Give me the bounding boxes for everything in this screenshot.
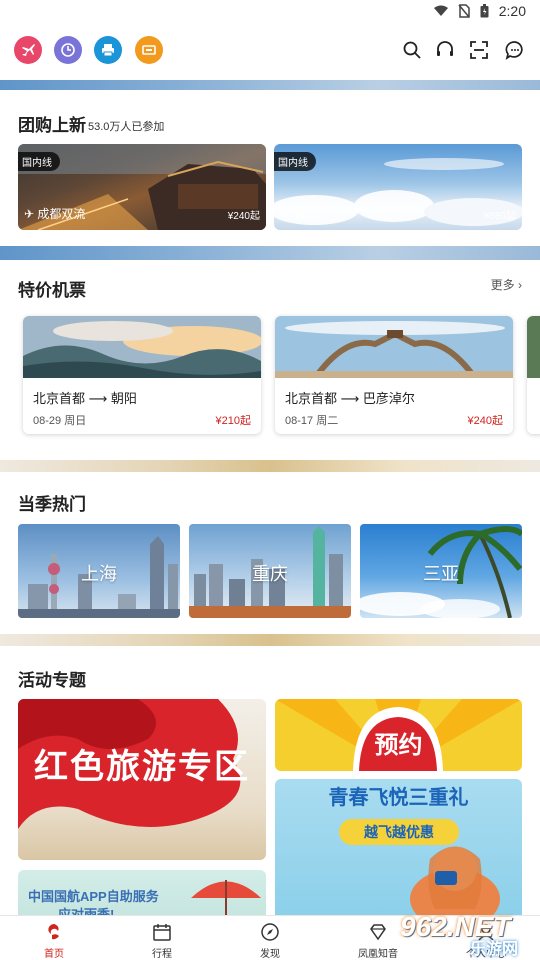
plane-icon: ✈ bbox=[280, 207, 294, 221]
nav-trips[interactable]: 行程 bbox=[108, 916, 216, 960]
status-icons: 2:20 bbox=[433, 3, 526, 19]
card-price: ¥880起 bbox=[483, 211, 516, 222]
scan-icon bbox=[470, 41, 488, 59]
city-name: 成都双流 bbox=[37, 207, 86, 221]
route-tag: 国内线 bbox=[274, 152, 316, 171]
self-service-banner[interactable]: 中国国航APP自助服务 应对雨季! bbox=[18, 870, 266, 915]
calendar-icon bbox=[153, 924, 171, 941]
ticket-route: 北京首都 ⟶ 朝阳 bbox=[33, 388, 137, 407]
from-city: 北京首都 bbox=[33, 391, 86, 406]
banner-title: 红色旅游专区 bbox=[34, 748, 250, 786]
decorative-band bbox=[0, 80, 540, 90]
section-title: 活动专题 bbox=[18, 671, 86, 690]
search-icon bbox=[403, 41, 421, 59]
search-button[interactable] bbox=[400, 38, 424, 62]
card-city: ✈ 成都双流 bbox=[24, 205, 85, 222]
message-icon bbox=[505, 41, 523, 60]
message-button[interactable] bbox=[503, 38, 527, 62]
compass-icon bbox=[261, 923, 279, 941]
section-title: 当季热门 bbox=[18, 495, 86, 514]
ticket-price: ¥210起 bbox=[215, 415, 251, 427]
watermark-logo: 962.NET 乐游网 bbox=[400, 905, 540, 960]
umbrella-icon bbox=[191, 880, 261, 915]
to-city: 巴彦淖尔 bbox=[362, 391, 415, 406]
nav-discover[interactable]: 发现 bbox=[216, 916, 324, 960]
partial-photo bbox=[527, 316, 540, 378]
group-card-changsha[interactable]: 国内线 ✈ 长沙 ¥880起 bbox=[274, 144, 522, 230]
card-city: ✈ 长沙 bbox=[280, 205, 317, 222]
status-bar: 2:20 bbox=[0, 0, 540, 24]
wifi-icon bbox=[433, 5, 448, 16]
checkin-button[interactable] bbox=[54, 36, 82, 64]
flight-icon bbox=[22, 44, 35, 56]
headset-icon bbox=[437, 41, 453, 56]
group-buy-section: 团购上新 53.0万人已参加 国内线 ✈ 成都双流 ¥240起 国内线 ✈ 长沙… bbox=[0, 90, 540, 246]
ticket-icon bbox=[142, 45, 156, 55]
print-button[interactable] bbox=[94, 36, 122, 64]
card-price: ¥240起 bbox=[227, 211, 260, 222]
nav-home[interactable]: 首页 bbox=[0, 916, 108, 960]
ticket-date: 08-29 周日 bbox=[33, 415, 87, 427]
route-tag: 国内线 bbox=[18, 152, 60, 171]
monument-photo bbox=[275, 316, 513, 378]
plane-icon: ✈ bbox=[24, 207, 38, 221]
participants-count: 53.0万人已参加 bbox=[88, 121, 165, 133]
banner-title: 预约 bbox=[374, 732, 423, 759]
arrow-icon: ⟶ bbox=[88, 391, 111, 406]
status-time: 2:20 bbox=[498, 3, 526, 19]
battery-icon bbox=[480, 4, 489, 18]
ticket-card-partial[interactable] bbox=[527, 316, 540, 434]
ticket-date: 08-17 周二 bbox=[285, 415, 339, 427]
ticket-card[interactable]: 北京首都 ⟶ 巴彦淖尔 08-17 周二 ¥240起 bbox=[275, 316, 513, 434]
youth-flight-banner[interactable]: 青春飞悦三重礼 越飞越优惠 bbox=[275, 779, 522, 915]
banner-title: 中国国航APP自助服务 bbox=[28, 889, 159, 904]
ticket-price: ¥240起 bbox=[467, 415, 503, 427]
traveler-illustration bbox=[410, 846, 500, 915]
nav-label: 发现 bbox=[260, 949, 280, 960]
decorative-band bbox=[0, 460, 540, 472]
arrow-icon: ⟶ bbox=[340, 391, 363, 406]
section-title: 特价机票 bbox=[18, 281, 86, 300]
flight-button[interactable] bbox=[14, 36, 42, 64]
printer-icon bbox=[102, 44, 114, 57]
section-title: 团购上新 bbox=[18, 116, 86, 135]
chevron-right-icon: › bbox=[518, 278, 522, 292]
to-city: 朝阳 bbox=[110, 391, 137, 406]
banner-subtitle: 应对雨季! bbox=[58, 907, 115, 915]
city-label: 上海 bbox=[81, 564, 117, 584]
ticket-card[interactable]: 北京首都 ⟶ 朝阳 08-29 周日 ¥210起 bbox=[23, 316, 261, 434]
city-label: 三亚 bbox=[423, 564, 459, 584]
more-link[interactable]: 更多 › bbox=[491, 276, 522, 293]
from-city: 北京首都 bbox=[285, 391, 338, 406]
decorative-band bbox=[0, 246, 540, 260]
clock-icon bbox=[61, 43, 75, 57]
no-sim-icon bbox=[458, 4, 470, 18]
reservation-banner[interactable]: 预约 bbox=[275, 699, 522, 771]
diamond-icon bbox=[370, 924, 386, 941]
nav-label: 首页 bbox=[44, 949, 64, 960]
scan-button[interactable] bbox=[467, 38, 491, 62]
season-card-sanya[interactable]: 三亚 bbox=[360, 524, 522, 618]
app-header bbox=[0, 24, 540, 80]
city-name: 长沙 bbox=[293, 207, 318, 221]
group-card-chengdu[interactable]: 国内线 ✈ 成都双流 ¥240起 bbox=[18, 144, 266, 230]
city-label: 重庆 bbox=[252, 564, 288, 584]
landscape-photo bbox=[23, 316, 261, 378]
service-button[interactable] bbox=[433, 38, 457, 62]
ticket-route: 北京首都 ⟶ 巴彦淖尔 bbox=[285, 388, 415, 407]
ticket-button[interactable] bbox=[135, 36, 163, 64]
red-tourism-banner[interactable]: 红色旅游专区 bbox=[18, 699, 266, 860]
nav-label: 行程 bbox=[152, 949, 172, 960]
watermark-subtext: 乐游网 bbox=[470, 941, 519, 958]
more-label: 更多 bbox=[490, 278, 515, 292]
air-china-logo-icon bbox=[48, 924, 59, 940]
season-card-chongqing[interactable]: 重庆 bbox=[189, 524, 351, 618]
decorative-band bbox=[0, 634, 540, 646]
season-card-shanghai[interactable]: 上海 bbox=[18, 524, 180, 618]
